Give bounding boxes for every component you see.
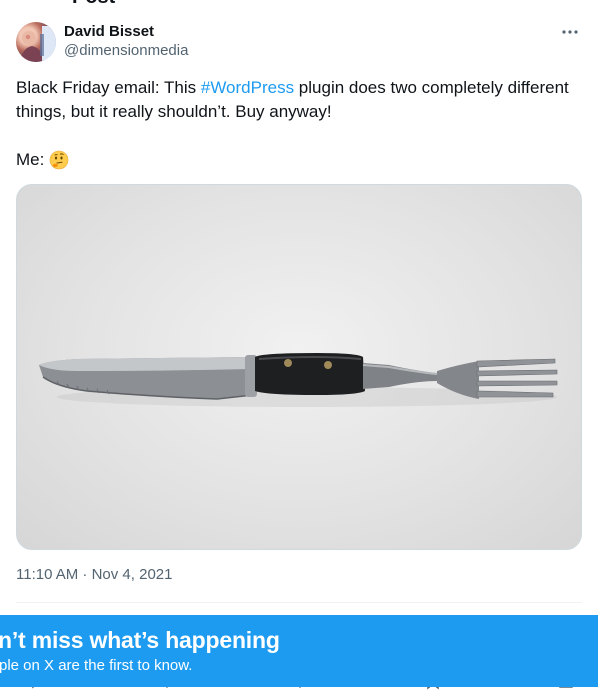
banner-subtitle: ple on X are the first to know.	[0, 657, 193, 674]
divider	[16, 602, 582, 603]
tweet-image[interactable]	[16, 184, 582, 550]
post-page: Post David Bisset @dimensionmedia Bl	[0, 0, 598, 693]
thinking-face-emoji	[49, 150, 69, 170]
page-title-cut: Post	[72, 0, 115, 9]
tweet-body: Black Friday email: This #WordPress plug…	[16, 76, 582, 124]
me-line: Me:	[16, 148, 582, 172]
signup-banner[interactable]: n’t miss what’s happening ple on X are t…	[0, 615, 598, 687]
tweet-header: David Bisset @dimensionmedia	[16, 22, 582, 64]
tweet-text-before: Black Friday email: This	[16, 78, 201, 97]
avatar[interactable]	[16, 22, 56, 62]
knife-fork-image	[39, 353, 558, 407]
author-handle[interactable]: @dimensionmedia	[64, 41, 188, 61]
author-name[interactable]: David Bisset	[64, 23, 188, 41]
hashtag-link[interactable]: #WordPress	[201, 78, 294, 97]
me-label: Me:	[16, 150, 45, 169]
more-icon[interactable]	[558, 22, 582, 42]
tweet-text: Black Friday email: This #WordPress plug…	[16, 76, 582, 172]
tweet-timestamp[interactable]: 11:10 AM · Nov 4, 2021	[16, 566, 172, 583]
banner-title: n’t miss what’s happening	[0, 627, 280, 653]
